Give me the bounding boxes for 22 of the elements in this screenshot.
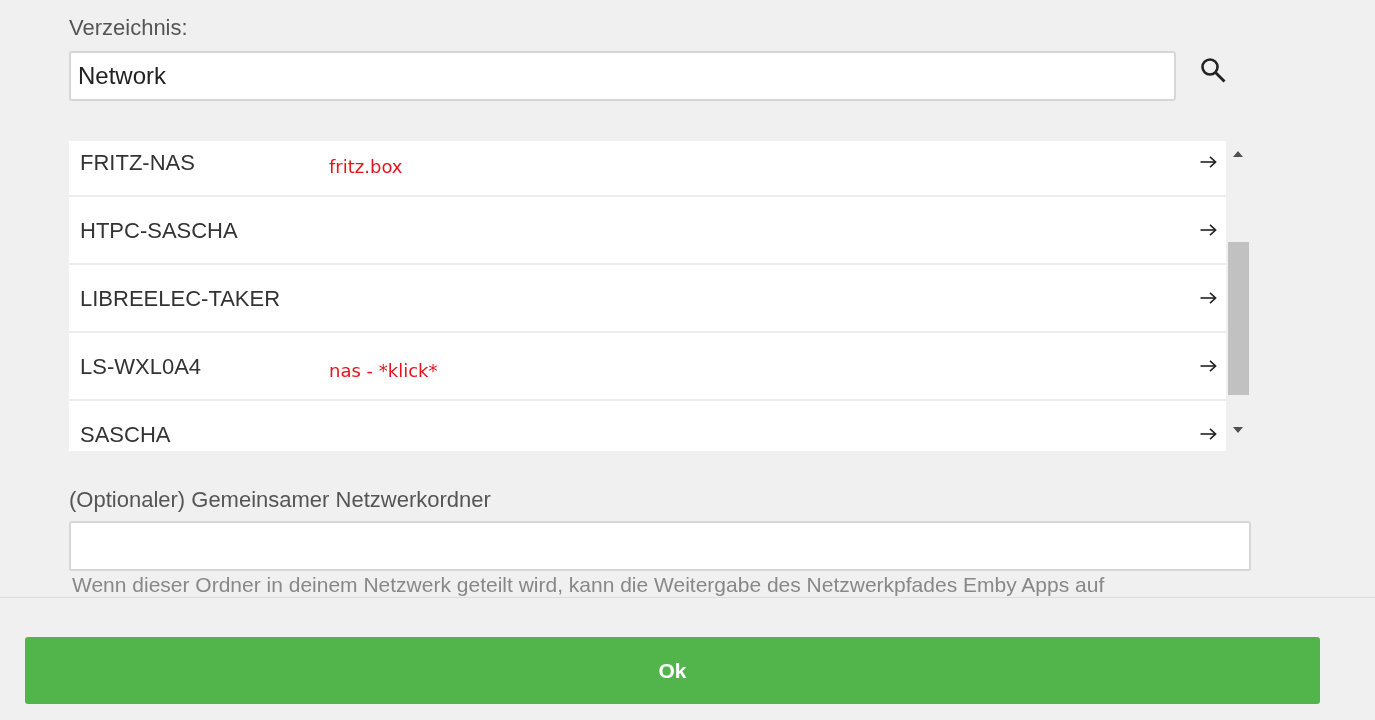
list-item[interactable]: LS-WXL0A4 nas - *klick* — [69, 333, 1226, 399]
field-label: Verzeichnis: — [69, 15, 189, 41]
arrow-right-icon — [1200, 360, 1217, 372]
scrollbar-thumb[interactable] — [1228, 242, 1249, 395]
annotation-note: nas - *klick* — [329, 358, 438, 383]
input-field[interactable] — [69, 521, 1251, 571]
search-icon — [1200, 57, 1226, 83]
text-field[interactable]: Network — [69, 51, 1176, 101]
arrow-right-icon — [1200, 292, 1217, 304]
arrow-right-icon — [1200, 428, 1217, 440]
caret-down-icon[interactable] — [1233, 427, 1243, 433]
list-item[interactable]: SASCHA — [69, 401, 1226, 451]
annotation-note: fritz.box — [329, 154, 403, 179]
caret-up-icon[interactable] — [1233, 151, 1243, 157]
field-label: (Optionaler) Gemeinsamer Netzwerkordner — [69, 487, 492, 513]
help-text: Wenn dieser Ordner in deinem Netzwerk geteilt wird, kann die Weitergabe des Netzwerkpfades Emby Apps auf — [72, 573, 1106, 596]
list-item[interactable]: LIBREELEC-TAKER — [69, 265, 1226, 331]
search-button[interactable] — [1200, 57, 1226, 83]
arrow-right-icon — [1200, 224, 1217, 236]
list-item[interactable]: FRITZ-NAS fritz.box — [69, 141, 1226, 195]
arrow-right-icon — [1200, 156, 1217, 168]
list-item[interactable]: HTPC-SASCHA — [69, 197, 1226, 263]
